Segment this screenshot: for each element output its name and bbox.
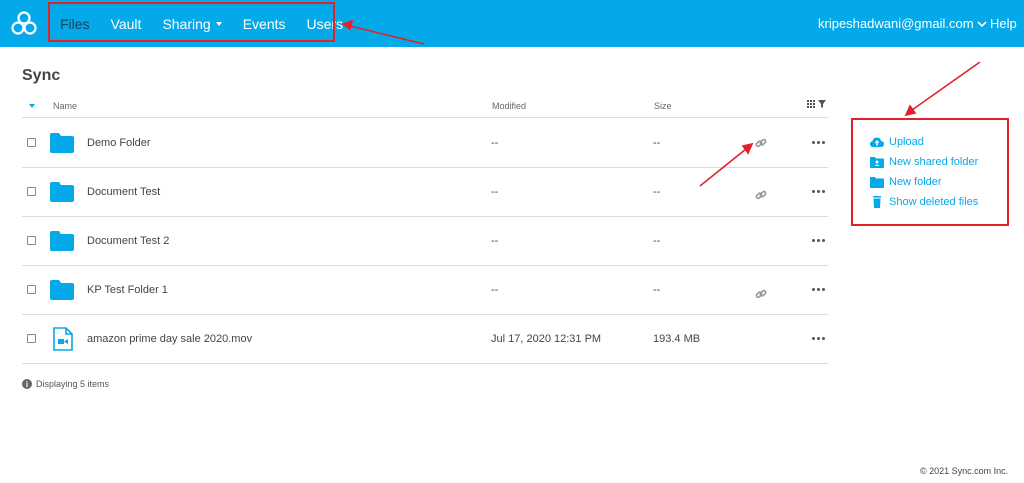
annotation-arrow [699,148,747,187]
annotation-arrowhead [904,104,917,117]
annotation-arrows [341,19,981,187]
annotation-arrow [911,61,981,111]
annotation-arrowhead [741,142,754,155]
annotation-arrowhead [341,19,354,31]
annotation-arrow [349,25,425,45]
